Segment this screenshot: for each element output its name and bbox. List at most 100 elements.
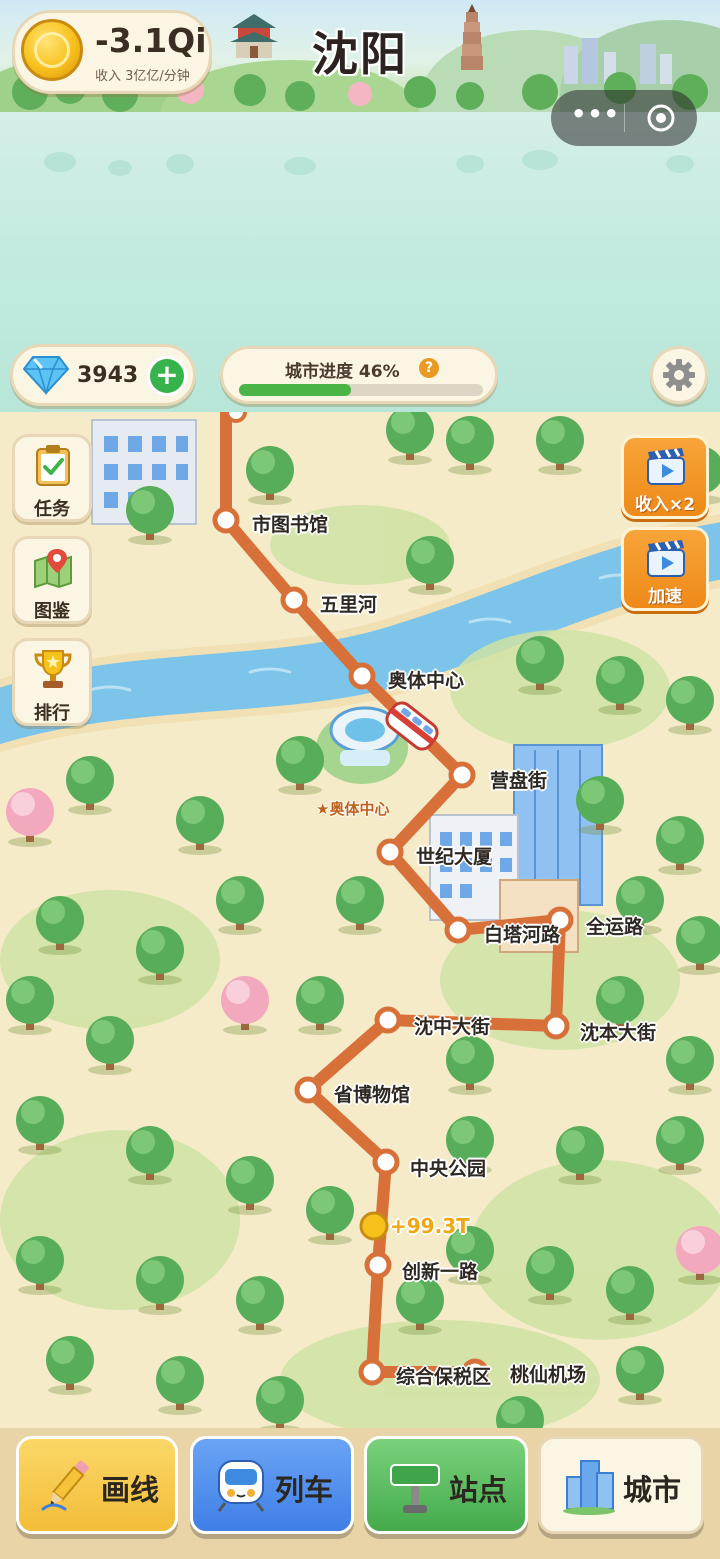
station-label[interactable]: 中央公园 <box>410 1154 486 1181</box>
city-progress-track <box>239 384 483 396</box>
station-dot[interactable] <box>448 761 476 789</box>
video-clapper-icon <box>647 540 685 577</box>
map-pin-icon <box>34 549 72 589</box>
tree <box>256 1376 304 1428</box>
city-title: 沈阳 <box>312 27 408 81</box>
tree <box>656 816 704 875</box>
settings-button[interactable] <box>650 346 708 404</box>
cherry-tree <box>221 976 269 1035</box>
station-dot[interactable] <box>280 586 308 614</box>
tree <box>666 1036 714 1095</box>
pencil-icon <box>41 1460 89 1511</box>
gem-balance: 3943 + <box>10 344 196 406</box>
tasks-button[interactable]: 任务 <box>12 434 92 522</box>
video-clapper-icon <box>647 448 685 485</box>
diamond-icon <box>23 356 69 395</box>
cherry-tree <box>6 788 54 847</box>
station-label[interactable]: 营盘街 <box>490 766 547 793</box>
double-income-button[interactable]: 收入×2 <box>621 435 709 519</box>
speed-up-label: 加速 <box>648 587 682 607</box>
station-label[interactable]: 桃仙机场 <box>510 1360 586 1387</box>
tree <box>446 1036 494 1095</box>
tree <box>296 976 344 1035</box>
gem-value: 3943 <box>77 363 139 388</box>
station-label[interactable]: 创新一路 <box>402 1257 478 1284</box>
tree <box>46 1336 94 1395</box>
station-dot[interactable] <box>212 506 240 534</box>
tower-right-icon <box>461 4 483 70</box>
station-label[interactable]: 省博物馆 <box>334 1080 410 1107</box>
station-dot[interactable] <box>364 1251 392 1279</box>
stations-label: 站点 <box>449 1473 508 1507</box>
station-dot[interactable] <box>358 1358 386 1386</box>
gold-coin-icon <box>21 19 83 81</box>
help-icon[interactable]: ? <box>419 358 439 378</box>
income-rate: 收入 3亿亿/分钟 <box>95 69 190 84</box>
tree <box>236 1276 284 1335</box>
collection-button[interactable]: 图鉴 <box>12 536 92 624</box>
ranking-button[interactable]: 排行 <box>12 638 92 726</box>
double-income-label: 收入×2 <box>634 495 696 515</box>
tree <box>676 916 720 975</box>
landmark-label: ★奥体中心 <box>316 800 390 818</box>
game-map[interactable]: 市图书馆 五里河 奥体中心 营盘街 世纪大厦 白塔河路 全运路 沈本大街 沈中大… <box>0 412 720 1428</box>
station-label[interactable]: 市图书馆 <box>252 510 328 537</box>
city-label: 城市 <box>623 1473 682 1507</box>
tasks-label: 任务 <box>34 499 70 520</box>
station-dot[interactable] <box>294 1076 322 1104</box>
tree <box>536 416 584 475</box>
add-gems-button[interactable]: + <box>147 356 187 396</box>
buildings-icon <box>563 1460 615 1515</box>
train-icon <box>217 1460 265 1512</box>
lake-reflections <box>44 150 694 176</box>
tree <box>406 536 454 595</box>
target-circle-icon[interactable] <box>645 102 677 134</box>
tree <box>86 1016 134 1075</box>
tree <box>306 1186 354 1245</box>
station-dot[interactable] <box>374 1006 402 1034</box>
trains-label: 列车 <box>275 1473 334 1507</box>
trains-button[interactable]: 列车 <box>190 1436 354 1534</box>
more-dots-icon[interactable]: ••• <box>571 100 620 128</box>
station-label[interactable]: 沈中大街 <box>414 1012 490 1039</box>
speed-up-button[interactable]: 加速 <box>621 527 709 611</box>
station-label[interactable]: 全运路 <box>586 912 643 939</box>
tree <box>656 1116 704 1175</box>
tree <box>216 876 264 935</box>
tree <box>66 756 114 815</box>
income-popup: +99.3T <box>390 1214 470 1238</box>
station-dot[interactable] <box>372 1148 400 1176</box>
draw-line-button[interactable]: 画线 <box>16 1436 178 1534</box>
station-label[interactable]: 沈本大街 <box>580 1018 656 1045</box>
city-progress-fill <box>239 384 352 396</box>
tree <box>126 486 174 545</box>
tree <box>156 1356 204 1415</box>
station-dot[interactable] <box>444 916 472 944</box>
ranking-label: 排行 <box>34 703 70 724</box>
station-dot[interactable] <box>348 662 376 690</box>
station-label[interactable]: 奥体中心 <box>388 666 464 693</box>
stations-button[interactable]: 站点 <box>364 1436 528 1534</box>
tree <box>616 1346 664 1405</box>
station-label[interactable]: 五里河 <box>320 590 377 617</box>
tree <box>336 876 384 935</box>
tree <box>666 676 714 735</box>
station-label[interactable]: 白塔河路 <box>484 920 560 947</box>
coin-value: -3.1Qi <box>95 21 207 60</box>
mini-program-capsule: ••• <box>551 90 697 146</box>
city-progress-label: 城市进度 46% <box>285 362 400 382</box>
collection-label: 图鉴 <box>34 601 70 622</box>
gear-icon <box>663 359 695 391</box>
tree <box>246 446 294 505</box>
city-progress[interactable]: 城市进度 46% ? <box>220 346 498 404</box>
station-dot[interactable] <box>225 412 247 423</box>
signpost-icon <box>390 1464 440 1513</box>
draw-line-label: 画线 <box>101 1473 160 1507</box>
city-button[interactable]: 城市 <box>538 1436 704 1534</box>
coin-popup-icon <box>359 1211 389 1241</box>
station-label[interactable]: 综合保税区 <box>396 1362 491 1389</box>
station-dot[interactable] <box>376 838 404 866</box>
station-label[interactable]: 世纪大厦 <box>416 842 492 869</box>
coin-balance: -3.1Qi 收入 3亿亿/分钟 <box>12 10 212 94</box>
station-dot[interactable] <box>542 1012 570 1040</box>
